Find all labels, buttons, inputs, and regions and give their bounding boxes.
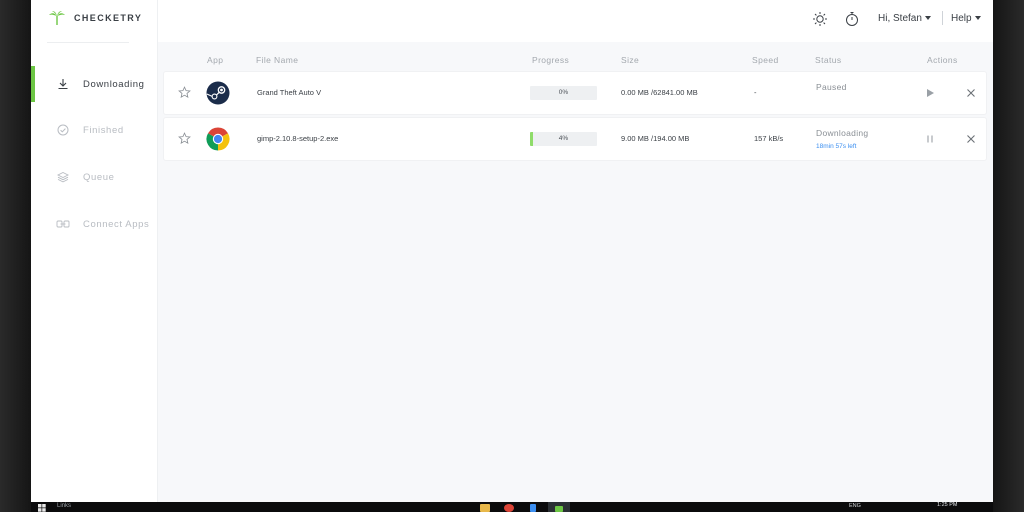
column-header-app: App (207, 55, 224, 65)
remove-button[interactable] (964, 132, 978, 146)
taskbar-search[interactable]: Links (57, 503, 71, 509)
resume-button[interactable] (923, 86, 937, 100)
column-header-progress[interactable]: Progress (532, 55, 569, 65)
table-row[interactable]: Grand Theft Auto V 0% 0.00 MB /62841.00 … (164, 72, 986, 114)
top-bar: Hi, Stefan Help (158, 0, 993, 42)
user-menu[interactable]: Hi, Stefan (878, 13, 931, 24)
sidebar-item-label: Finished (83, 124, 124, 136)
pause-button[interactable] (923, 132, 937, 146)
time-remaining: 18min 57s left (816, 143, 857, 150)
column-header-file-name[interactable]: File Name (256, 55, 298, 65)
file-name: gimp-2.10.8-setup-2.exe (257, 134, 339, 143)
download-speed: 157 kB/s (754, 134, 784, 143)
help-menu[interactable]: Help (951, 13, 981, 24)
layers-icon (55, 169, 71, 185)
palm-tree-icon (49, 11, 65, 25)
help-label: Help (951, 13, 972, 24)
column-header-status[interactable]: Status (815, 55, 842, 65)
sidebar-item-label: Downloading (83, 78, 145, 90)
device-bezel-right (993, 0, 1024, 512)
star-icon[interactable] (178, 86, 191, 99)
file-size: 0.00 MB /62841.00 MB (621, 88, 698, 97)
remove-button[interactable] (964, 86, 978, 100)
palm-tree-icon[interactable] (548, 502, 570, 512)
column-header-actions: Actions (927, 55, 958, 65)
progress-bar: 0% (530, 86, 597, 100)
play-icon (927, 89, 934, 97)
progress-bar: 4% (530, 132, 597, 146)
file-name: Grand Theft Auto V (257, 88, 322, 97)
stopwatch-icon[interactable] (842, 9, 862, 29)
chevron-down-icon (924, 16, 931, 21)
chevron-down-icon (974, 16, 981, 21)
divider (942, 11, 943, 25)
column-header-speed[interactable]: Speed (752, 55, 779, 65)
chrome-icon (206, 127, 230, 151)
progress-label: 0% (558, 89, 569, 96)
sidebar-item-downloading[interactable]: Downloading (31, 66, 158, 102)
pause-icon (927, 135, 933, 143)
download-icon (55, 76, 71, 92)
taskbar-clock[interactable]: 1:25 PM (937, 502, 957, 508)
link-icon (55, 216, 71, 232)
brand-logo[interactable]: CHECKETRY (48, 10, 142, 26)
chrome-icon[interactable] (498, 502, 520, 512)
sidebar: CHECKETRY Downloading Finished Queue Con… (31, 0, 158, 502)
divider (47, 42, 129, 43)
star-icon[interactable] (178, 132, 191, 145)
sun-icon[interactable] (810, 9, 830, 29)
app-window: CHECKETRY Downloading Finished Queue Con… (31, 0, 993, 502)
downloads-table: App File Name Progress Size Speed Status… (158, 42, 993, 502)
check-circle-icon (55, 122, 71, 138)
os-taskbar: Links ENG 1:25 PM (31, 502, 993, 512)
close-icon (967, 89, 975, 97)
file-size: 9.00 MB /194.00 MB (621, 134, 690, 143)
sidebar-item-queue[interactable]: Queue (31, 159, 158, 195)
column-header-size[interactable]: Size (621, 55, 639, 65)
table-row[interactable]: gimp-2.10.8-setup-2.exe 4% 9.00 MB /194.… (164, 118, 986, 160)
status-text: Downloading (816, 128, 869, 138)
sidebar-item-finished[interactable]: Finished (31, 112, 158, 148)
close-icon (967, 135, 975, 143)
windows-start-icon[interactable] (38, 504, 46, 512)
device-bezel-left (0, 0, 31, 512)
brand-name: CHECKETRY (74, 13, 143, 23)
app-icon[interactable] (522, 502, 544, 512)
sidebar-item-connect-apps[interactable]: Connect Apps (31, 206, 158, 242)
steam-icon (206, 81, 230, 105)
sidebar-item-label: Queue (83, 171, 115, 183)
progress-label: 4% (558, 135, 569, 142)
user-greeting: Hi, Stefan (878, 13, 922, 24)
status-text: Paused (816, 82, 847, 92)
folder-icon[interactable] (474, 502, 496, 512)
download-speed: - (754, 88, 757, 97)
sidebar-item-label: Connect Apps (83, 218, 150, 230)
tray-language[interactable]: ENG (849, 503, 861, 509)
